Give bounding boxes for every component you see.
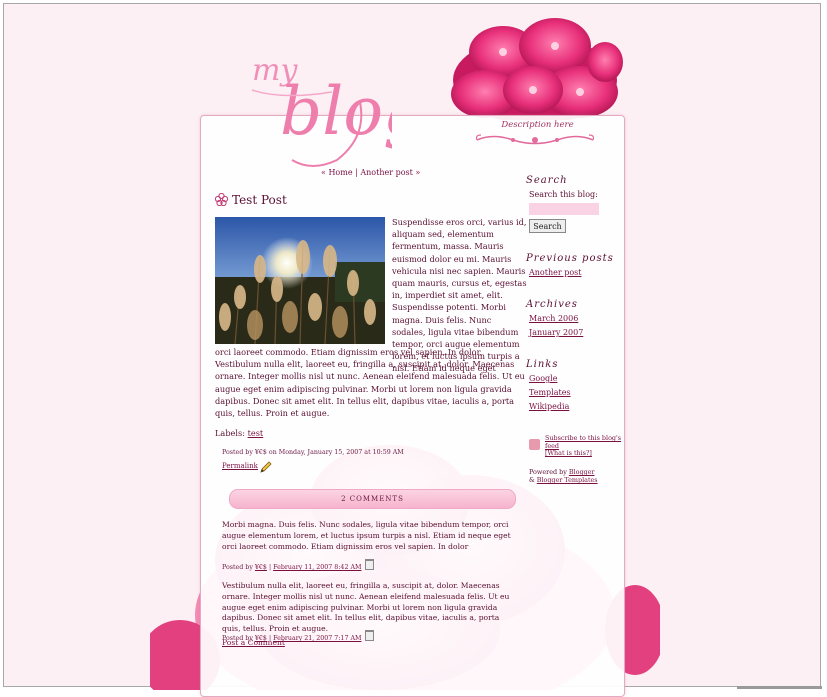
ornament-divider-icon <box>475 134 595 145</box>
search-input[interactable] <box>529 203 599 215</box>
search-heading: Search <box>526 175 568 186</box>
comment-meta: Posted by ¥€$ | February 11, 2007 8:42 A… <box>222 559 375 571</box>
powered-by-text: Powered by <box>529 468 567 476</box>
nav-home-link[interactable]: Home <box>328 168 352 177</box>
search-label: Search this blog: <box>529 190 598 199</box>
blog-description: Description here <box>501 120 574 130</box>
flower-bullet-icon <box>214 192 229 207</box>
blogger-templates-link[interactable]: Blogger Templates <box>537 476 598 484</box>
previous-posts-heading: Previous posts <box>526 253 614 264</box>
rhododendron-top-image <box>451 18 623 120</box>
links-heading: Links <box>526 359 559 370</box>
delete-comment-icon[interactable] <box>365 559 375 570</box>
labels-prefix: Labels: <box>215 428 245 438</box>
what-is-this-link[interactable]: [What is this?] <box>545 449 592 457</box>
comment-author-link[interactable]: ¥€$ <box>255 564 267 571</box>
nav-prefix: « <box>321 168 326 177</box>
subscribe-link[interactable]: Subscribe to this blog's feed <box>545 434 621 450</box>
link-templates[interactable]: Templates <box>529 388 571 397</box>
blogger-link[interactable]: Blogger <box>569 468 595 476</box>
nav-another-post-link[interactable]: Another post <box>360 168 412 177</box>
dandelion-photo[interactable] <box>215 217 385 344</box>
archive-link-january-2007[interactable]: January 2007 <box>529 328 583 337</box>
nav-separator: | <box>355 168 358 177</box>
comment-body: Morbi magna. Duis felis. Nunc sodales, l… <box>222 520 511 551</box>
post-a-comment-link[interactable]: Post a Comment <box>222 638 285 647</box>
archives-heading: Archives <box>526 299 578 310</box>
edit-pencil-icon[interactable] <box>259 460 273 474</box>
delete-comment-icon[interactable] <box>365 630 375 641</box>
post-labels: Labels: test <box>215 428 263 438</box>
previous-post-link[interactable]: Another post <box>529 268 581 277</box>
archive-link-march-2006[interactable]: March 2006 <box>529 314 578 323</box>
permalink-link[interactable]: Permalink <box>222 462 258 470</box>
label-test-link[interactable]: test <box>248 428 264 438</box>
comments-count-bar: 2 COMMENTS <box>229 489 516 509</box>
post-meta: Posted by ¥€$ on Monday, January 15, 200… <box>222 449 404 456</box>
comment-sep: | <box>268 564 272 571</box>
powered-by: Powered by Blogger & Blogger Templates <box>529 468 598 484</box>
rss-feed-icon[interactable] <box>529 439 540 450</box>
comment-body: Vestibulum nulla elit, laoreet eu, fring… <box>222 581 510 634</box>
link-wikipedia[interactable]: Wikipedia <box>529 402 569 411</box>
powered-amp: & <box>529 476 535 484</box>
my-blog-logo: my blog <box>251 53 392 167</box>
post-title: Test Post <box>214 192 287 207</box>
search-button[interactable]: Search <box>529 219 566 233</box>
comment-date-link[interactable]: February 21, 2007 7:17 AM <box>273 635 361 642</box>
nav-suffix: » <box>415 168 421 177</box>
svg-text:blog: blog <box>280 73 392 150</box>
top-navigation: « Home | Another post » <box>321 168 420 177</box>
link-google[interactable]: Google <box>529 374 557 383</box>
comment-posted-by: Posted by <box>222 564 253 571</box>
post-title-text: Test Post <box>232 193 287 207</box>
post-body-continued: orci laoreet commodo. Etiam dignissim er… <box>215 347 525 419</box>
comment-date-link[interactable]: February 11, 2007 8:42 AM <box>273 564 361 571</box>
subscribe-block: Subscribe to this blog's feed [What is t… <box>545 434 625 458</box>
